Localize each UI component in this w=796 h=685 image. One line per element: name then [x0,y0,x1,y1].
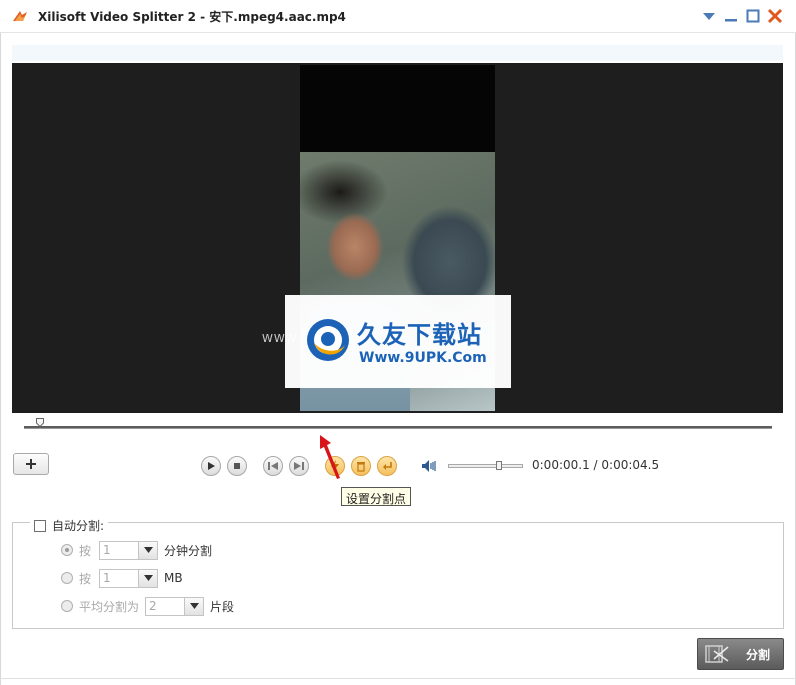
menu-dropdown-button[interactable] [700,7,718,25]
app-logo-icon [13,11,27,21]
delete-button[interactable] [351,456,371,476]
previous-button[interactable] [263,456,283,476]
watermark-overlay: 久友下载站 Www.9UPK.Com [285,295,511,388]
option-prefix: 按 [79,571,92,586]
next-icon [294,462,304,470]
split-evenly-radio[interactable] [61,600,73,612]
option-prefix: 平均分割为 [79,599,140,614]
minimize-button[interactable] [722,7,740,25]
volume-icon[interactable] [421,459,437,473]
title-bar: Xilisoft Video Splitter 2 - 安下.mpeg4.aac… [0,0,796,33]
option-prefix: 按 [79,543,92,558]
option-unit: MB [164,571,183,585]
size-value: 1 [103,570,111,585]
split-by-size-row: 按 1 MB [61,568,183,588]
current-time: 0:00:00.1 [532,458,590,472]
seek-handle[interactable] [36,418,44,427]
size-spinner[interactable]: 1 [99,568,159,588]
maximize-button[interactable] [744,7,762,25]
chevron-down-icon[interactable] [138,541,158,559]
segments-value: 2 [149,598,157,613]
option-unit: 片段 [210,599,235,614]
stop-button[interactable] [227,456,247,476]
top-strip [12,45,783,61]
scissors-film-icon [705,645,729,663]
split-by-size-radio[interactable] [61,572,73,584]
split-evenly-row: 平均分割为 2 片段 [61,596,234,616]
close-button[interactable] [766,7,784,25]
minutes-value: 1 [103,542,111,557]
watermark-url: Www.9UPK.Com [359,350,487,366]
play-icon [208,462,215,470]
option-unit: 分钟分割 [164,543,213,558]
chevron-down-icon[interactable] [184,597,204,615]
split-by-minutes-row: 按 1 分钟分割 [61,540,212,560]
undo-icon [382,462,392,470]
minutes-spinner[interactable]: 1 [99,540,159,560]
window-title: Xilisoft Video Splitter 2 - 安下.mpeg4.aac… [38,10,346,24]
auto-split-legend: 自动分割: [30,517,109,534]
segments-spinner[interactable]: 2 [145,596,205,616]
add-split-button[interactable] [13,453,49,475]
next-button[interactable] [289,456,309,476]
chevron-down-icon[interactable] [138,569,158,587]
volume-slider[interactable] [448,464,523,468]
auto-split-label: 自动分割: [52,519,105,533]
total-time: 0:00:04.5 [601,458,660,472]
stop-icon [234,463,240,469]
split-by-minutes-radio[interactable] [61,544,73,556]
undo-button[interactable] [377,456,397,476]
tooltip: 设置分割点 [341,487,412,506]
delete-icon [357,461,365,472]
previous-icon [268,462,278,470]
minimize-icon [725,19,737,22]
time-separator: / [593,458,598,472]
seek-bar[interactable] [24,426,772,429]
maximize-icon [746,9,760,23]
play-button[interactable] [201,456,221,476]
watermark-title: 久友下载站 [357,321,482,349]
auto-split-checkbox[interactable] [34,519,46,532]
volume-slider-thumb[interactable] [496,461,502,470]
annotation-arrow-icon [320,435,340,479]
time-display: 0:00:00.1 / 0:00:04.5 [532,458,659,472]
split-button[interactable]: 分割 [697,638,784,670]
close-icon [767,8,783,24]
plus-icon [26,459,36,469]
watermark-logo-icon [307,319,349,361]
chevron-down-icon [703,13,715,20]
split-button-label: 分割 [746,647,771,662]
